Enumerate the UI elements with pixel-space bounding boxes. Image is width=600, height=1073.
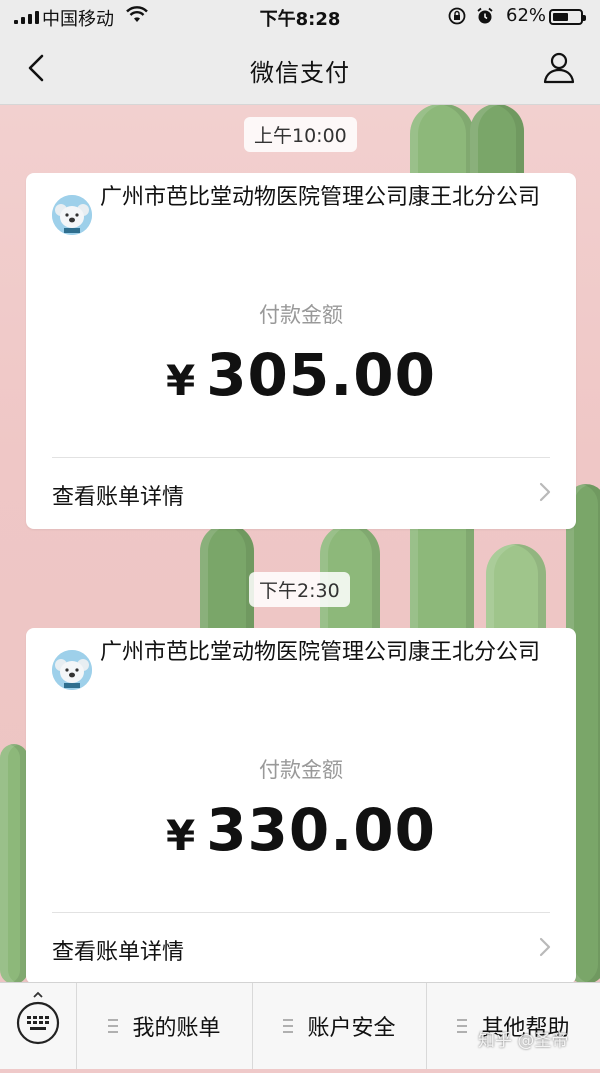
merchant-name: 广州市芭比堂动物医院管理公司康王北分公司 (100, 640, 541, 665)
message-timestamp: 上午10:00 (244, 117, 357, 152)
battery-icon (549, 9, 586, 25)
menu-lines-icon (283, 1019, 294, 1033)
watermark: 知乎 @圣帝 (478, 1031, 569, 1051)
header: 中国移动 下午8:28 62% 微信支付 (0, 0, 600, 105)
battery-percent: 62% (506, 5, 547, 26)
menu-label: 我的账单 (132, 1016, 221, 1041)
amount-label: 付款金额 (259, 303, 343, 327)
message-timestamp: 下午2:30 (249, 572, 350, 607)
profile-button[interactable] (540, 48, 578, 86)
amount-value: 305.00 (206, 341, 437, 409)
view-bill-details-label: 查看账单详情 (52, 940, 185, 965)
keyboard-icon (16, 991, 60, 1045)
koala-logo-icon (52, 195, 92, 235)
menu-lines-icon (108, 1019, 119, 1033)
payment-amount: ¥330.00 (26, 796, 576, 864)
view-bill-details-link[interactable]: 查看账单详情 (52, 457, 552, 529)
rotation-lock-icon (448, 7, 466, 25)
person-icon (543, 52, 575, 84)
view-bill-details-label: 查看账单详情 (52, 485, 185, 510)
koala-logo-icon (52, 650, 92, 690)
amount-value: 330.00 (206, 796, 437, 864)
menu-label: 账户安全 (307, 1016, 396, 1041)
chevron-right-icon (539, 482, 551, 502)
currency-symbol: ¥ (165, 811, 197, 860)
payment-card[interactable]: 广州市芭比堂动物医院管理公司康王北分公司 付款金额 ¥330.00 查看账单详情 (26, 628, 576, 984)
chevron-right-icon (539, 937, 551, 957)
alarm-icon (476, 7, 494, 25)
amount-label: 付款金额 (259, 758, 343, 782)
menu-lines-icon (457, 1019, 468, 1033)
merchant-avatar (52, 650, 92, 690)
nav-bar: 微信支付 (0, 34, 600, 104)
menu-my-bills[interactable]: 我的账单 (76, 983, 252, 1069)
payment-card[interactable]: 广州市芭比堂动物医院管理公司康王北分公司 付款金额 ¥305.00 查看账单详情 (26, 173, 576, 529)
keyboard-toggle-button[interactable] (0, 983, 76, 1069)
view-bill-details-link[interactable]: 查看账单详情 (52, 912, 552, 984)
page-title: 微信支付 (250, 59, 350, 87)
status-bar: 中国移动 下午8:28 62% (0, 0, 600, 34)
menu-account-security[interactable]: 账户安全 (252, 983, 426, 1069)
payment-amount: ¥305.00 (26, 341, 576, 409)
currency-symbol: ¥ (165, 356, 197, 405)
merchant-name: 广州市芭比堂动物医院管理公司康王北分公司 (100, 185, 541, 210)
merchant-avatar (52, 195, 92, 235)
